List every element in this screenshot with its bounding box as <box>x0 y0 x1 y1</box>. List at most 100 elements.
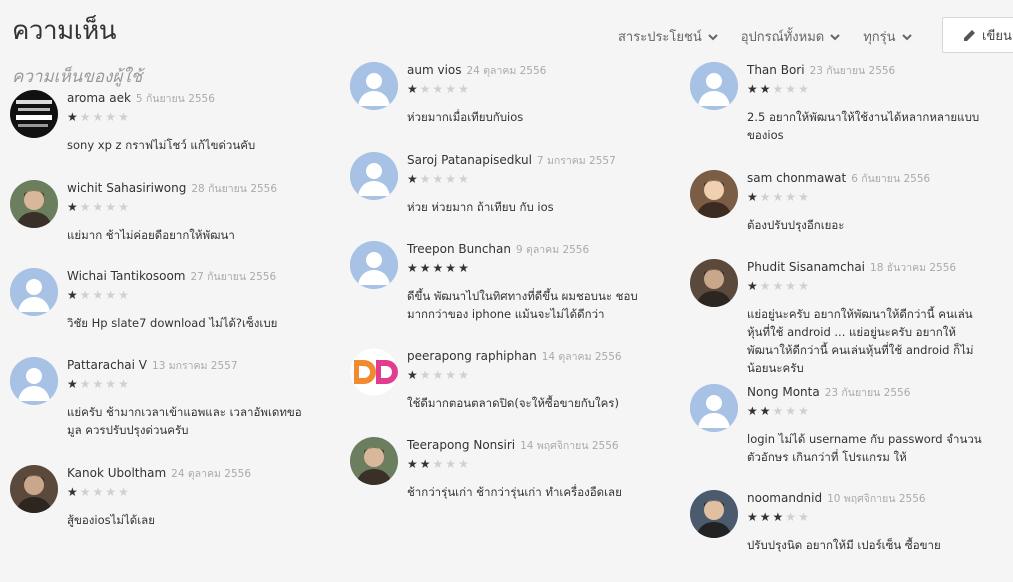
review-header: peerapong raphiphan 14 ตุลาคม 2556 <box>407 348 647 364</box>
review-text: ช้ากว่ารุ่นเก่า ช้ากว่ารุ่นเก่า ทำเครื่อ… <box>407 485 622 499</box>
star-rating: ★★★★★ <box>747 83 987 96</box>
avatar[interactable] <box>10 90 58 138</box>
avatar[interactable] <box>350 62 398 110</box>
avatar[interactable] <box>690 170 738 218</box>
avatar[interactable] <box>690 490 738 538</box>
avatar[interactable] <box>350 437 398 485</box>
reviewer-name[interactable]: wichit Sahasiriwong <box>67 181 186 195</box>
review-text: ใช้ดีมากตอนตลาดปิด(จะให้ซื้อขายกับใคร) <box>407 396 619 410</box>
write-review-button[interactable]: เขียน <box>942 17 1013 53</box>
reviewer-name[interactable]: Phudit Sisanamchai <box>747 260 865 274</box>
reviewer-name[interactable]: Treepon Bunchan <box>407 242 511 256</box>
star-icon: ★ <box>785 82 799 96</box>
reviewer-name[interactable]: noomandnid <box>747 491 822 505</box>
star-icon: ★ <box>432 172 446 186</box>
reviewer-name[interactable]: Nong Monta <box>747 385 820 399</box>
filter-device[interactable]: อุปกรณ์ทั้งหมด <box>741 26 841 47</box>
review-date: 28 กันยายน 2556 <box>191 183 278 195</box>
star-icon: ★ <box>759 279 773 293</box>
avatar[interactable] <box>10 357 58 405</box>
reviewer-name[interactable]: peerapong raphiphan <box>407 349 537 363</box>
review-text: ห่วย ห่วยมาก ถ้าเทียบ กับ ios <box>407 200 554 214</box>
review-body: wichit Sahasiriwong 28 กันยายน 2556 ★★★★★ แ… <box>67 180 307 244</box>
reviewer-name[interactable]: aroma aek <box>67 91 131 105</box>
star-icon: ★ <box>445 457 459 471</box>
reviewer-name[interactable]: aum vios <box>407 63 462 77</box>
star-icon: ★ <box>785 404 799 418</box>
review-text: ปรับปรุงนิด อยากให้มี เปอร์เซ็น ซื้อขาย <box>747 538 941 552</box>
star-icon: ★ <box>785 190 799 204</box>
review-header: Phudit Sisanamchai 18 ธันวาคม 2556 <box>747 259 987 275</box>
star-icon: ★ <box>458 172 471 186</box>
star-rating: ★★★★★ <box>747 280 987 293</box>
chevron-down-icon <box>708 33 718 40</box>
star-rating: ★★★★★ <box>747 405 987 418</box>
review-date: 24 ตุลาคม 2556 <box>466 65 547 77</box>
reviewer-name[interactable]: Kanok Uboltham <box>67 466 166 480</box>
star-icon: ★ <box>759 82 773 96</box>
star-icon: ★ <box>79 110 93 124</box>
review-text: sony xp z กราฟไม่โชว์ แก้ไขด่วนคับ <box>67 138 256 152</box>
avatar[interactable] <box>690 259 738 307</box>
star-icon: ★ <box>785 279 799 293</box>
review-date: 9 ตุลาคม 2556 <box>516 244 590 256</box>
avatar[interactable] <box>10 268 58 316</box>
review-body: noomandnid 10 พฤศจิกายน 2556 ★★★★★ ปรับปรุง… <box>747 490 987 554</box>
star-icon: ★ <box>407 172 420 186</box>
reviewer-name[interactable]: Teerapong Nonsiri <box>407 438 515 452</box>
filter-device-label: อุปกรณ์ทั้งหมด <box>740 30 825 45</box>
avatar[interactable] <box>10 180 58 228</box>
star-icon: ★ <box>419 457 433 471</box>
filter-version[interactable]: ทุกรุ่น <box>863 26 912 47</box>
star-icon: ★ <box>67 485 80 499</box>
star-icon: ★ <box>747 279 760 293</box>
review-body: Wichai Tantikosoom 27 กันยายน 2556 ★★★★★ วิ… <box>67 268 307 332</box>
review-body: sam chonmawat 6 กันยายน 2556 ★★★★★ ต้องปรับ… <box>747 170 987 234</box>
star-icon: ★ <box>419 82 433 96</box>
reviewer-name[interactable]: Wichai Tantikosoom <box>67 269 185 283</box>
reviewer-name[interactable]: sam chonmawat <box>747 171 846 185</box>
review-date: 27 กันยายน 2556 <box>190 271 277 283</box>
reviewer-name[interactable]: Saroj Patanapisedkul <box>407 153 532 167</box>
reviews-page: ความเห็น สาระประโยชน์ อุปกรณ์ทั้งหมด ทุก… <box>0 0 1013 582</box>
filter-sort[interactable]: สาระประโยชน์ <box>618 26 719 47</box>
star-icon: ★ <box>67 377 80 391</box>
review-body: Treepon Bunchan 9 ตุลาคม 2556 ★★★★★ ดีขึ้น … <box>407 241 647 323</box>
reviewer-name[interactable]: Pattarachai V <box>67 358 147 372</box>
reviewer-name[interactable]: Than Bori <box>747 63 805 77</box>
star-icon: ★ <box>798 510 811 524</box>
star-rating: ★★★★★ <box>67 111 307 124</box>
star-icon: ★ <box>67 288 80 302</box>
star-icon: ★ <box>118 377 131 391</box>
avatar[interactable] <box>690 62 738 110</box>
avatar[interactable] <box>350 348 398 396</box>
star-icon: ★ <box>105 110 119 124</box>
avatar[interactable] <box>690 384 738 432</box>
filter-bar: สาระประโยชน์ อุปกรณ์ทั้งหมด ทุกรุ่น <box>618 26 935 47</box>
star-icon: ★ <box>772 510 786 524</box>
review-header: Saroj Patanapisedkul 7 มกราคม 2557 <box>407 152 647 168</box>
chevron-down-icon <box>830 33 840 40</box>
review-date: 7 มกราคม 2557 <box>536 155 616 167</box>
review-body: Than Bori 23 กันยายน 2556 ★★★★★ 2.5 อยากให้… <box>747 62 987 144</box>
review-header: Nong Monta 23 กันยายน 2556 <box>747 384 987 400</box>
star-icon: ★ <box>407 261 420 275</box>
review-body: aum vios 24 ตุลาคม 2556 ★★★★★ ห่วยมากเมื่อเ… <box>407 62 647 126</box>
star-icon: ★ <box>79 288 93 302</box>
filter-sort-label: สาระประโยชน์ <box>618 30 702 45</box>
star-icon: ★ <box>419 368 433 382</box>
avatar[interactable] <box>10 465 58 513</box>
review-header: noomandnid 10 พฤศจิกายน 2556 <box>747 490 987 506</box>
star-icon: ★ <box>118 110 131 124</box>
review-text: login ไม่ได้ username กับ password จำนวน… <box>747 432 982 464</box>
star-icon: ★ <box>432 368 446 382</box>
star-icon: ★ <box>92 377 106 391</box>
review-date: 23 กันยายน 2556 <box>809 65 896 77</box>
star-icon: ★ <box>92 110 106 124</box>
review-body: aroma aek 5 กันยายน 2556 ★★★★★ sony xp z กร… <box>67 90 307 154</box>
star-icon: ★ <box>118 288 131 302</box>
star-icon: ★ <box>798 190 811 204</box>
avatar[interactable] <box>350 152 398 200</box>
review-date: 24 ตุลาคม 2556 <box>171 468 252 480</box>
avatar[interactable] <box>350 241 398 289</box>
